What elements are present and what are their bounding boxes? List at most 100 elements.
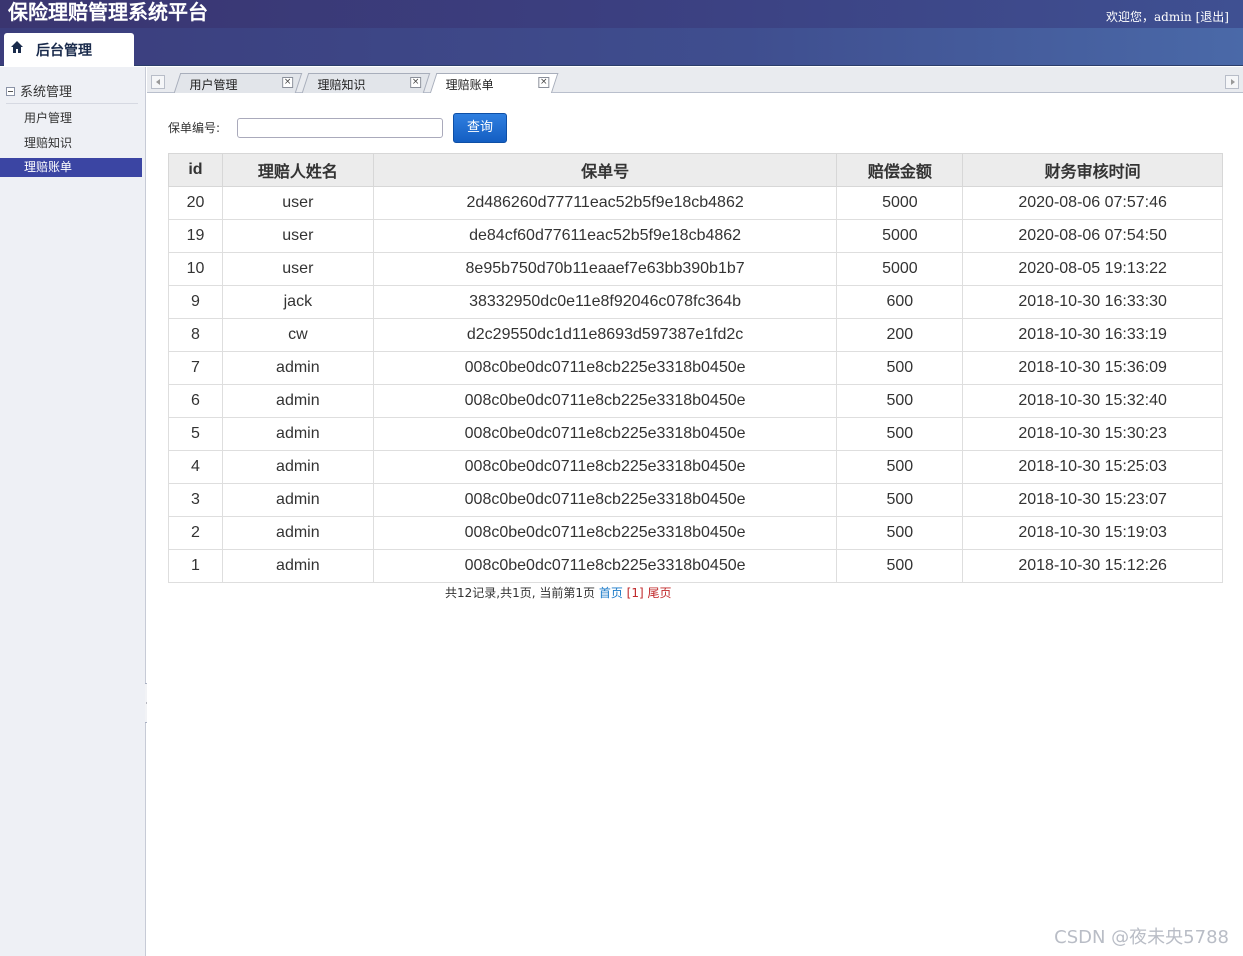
table-cell: admin	[221, 450, 374, 484]
tab-users-close-icon[interactable]: ×	[282, 77, 294, 88]
table-row: 20 user 2d486260d77711eac52b5f9e18cb4862 50…	[168, 186, 1223, 220]
table-cell: cw	[221, 318, 374, 352]
tab-scroll-left-icon[interactable]	[151, 75, 165, 89]
column-header: 理赔人姓名	[221, 153, 374, 187]
watermark: CSDN @夜未央5788	[1054, 927, 1229, 948]
main-content: 保单编号: 查询 id 理赔人姓名 保单号 赔偿金额 财务审核时间 20 user…	[147, 93, 1243, 956]
table-cell: 2018-10-30 15:19:03	[962, 516, 1223, 550]
table-cell: 2020-08-05 19:13:22	[962, 252, 1223, 286]
table-cell: de84cf60d77611eac52b5f9e18cb4862	[372, 219, 838, 253]
logout-link[interactable]: [退出]	[1196, 10, 1229, 24]
table-cell: 2018-10-30 15:30:23	[962, 417, 1223, 451]
table-row: 2 admin 008c0be0dc0711e8cb225e3318b0450e 50…	[168, 516, 1223, 550]
table-cell: 500	[836, 516, 964, 550]
table-row: 7 admin 008c0be0dc0711e8cb225e3318b0450e 50…	[168, 351, 1223, 385]
claims-table: id 理赔人姓名 保单号 赔偿金额 财务审核时间 20 user 2d486260d…	[168, 153, 1223, 583]
table-cell: 5000	[836, 252, 964, 286]
tab-users[interactable]: 用户管理 ×	[173, 73, 303, 93]
tab-knowledge-label: 理赔知识	[317, 78, 366, 92]
welcome-text: 欢迎您，admin	[1106, 10, 1192, 24]
table-cell: 2018-10-30 16:33:19	[962, 318, 1223, 352]
tab-claim-bills-close-icon[interactable]: ×	[538, 77, 550, 88]
table-cell: 20	[168, 186, 223, 220]
home-icon	[11, 41, 23, 53]
tab-users-label: 用户管理	[189, 78, 238, 92]
tab-strip: 用户管理 × 理赔知识 × 理赔账单 ×	[147, 67, 1243, 94]
pager-last-link[interactable]: 尾页	[647, 586, 671, 600]
table-cell: 008c0be0dc0711e8cb225e3318b0450e	[372, 417, 838, 451]
collapse-minus-icon[interactable]	[6, 87, 15, 96]
table-cell: 3	[168, 483, 223, 517]
table-row: 9 jack 38332950dc0e11e8f92046c078fc364b 600…	[168, 285, 1223, 319]
column-header: 财务审核时间	[962, 153, 1223, 187]
table-row: 8 cw d2c29550dc1d11e8693d597387e1fd2c 200 20…	[168, 318, 1223, 352]
search-button[interactable]: 查询	[453, 113, 507, 143]
user-info: 欢迎您，admin [退出]	[1106, 8, 1229, 25]
table-cell: 2	[168, 516, 223, 550]
table-row: 3 admin 008c0be0dc0711e8cb225e3318b0450e 50…	[168, 483, 1223, 517]
table-cell: 600	[836, 285, 964, 319]
sidebar-group-system[interactable]: 系统管理	[6, 81, 138, 104]
table-cell: admin	[221, 384, 374, 418]
table-cell: 5000	[836, 219, 964, 253]
header-bar: 保险理赔管理系统平台 欢迎您，admin [退出]	[0, 0, 1243, 28]
table-cell: 2018-10-30 15:36:09	[962, 351, 1223, 385]
table-cell: jack	[221, 285, 374, 319]
table-cell: 500	[836, 384, 964, 418]
table-row: 6 admin 008c0be0dc0711e8cb225e3318b0450e 50…	[168, 384, 1223, 418]
table-cell: admin	[221, 483, 374, 517]
table-cell: 2018-10-30 15:12:26	[962, 549, 1223, 583]
table-cell: 2018-10-30 15:25:03	[962, 450, 1223, 484]
nav-tab-label: 后台管理	[36, 43, 92, 59]
table-row: 1 admin 008c0be0dc0711e8cb225e3318b0450e 50…	[168, 549, 1223, 583]
table-cell: 2018-10-30 15:23:07	[962, 483, 1223, 517]
table-cell: 2020-08-06 07:54:50	[962, 219, 1223, 253]
table-cell: 5	[168, 417, 223, 451]
table-row: 19 user de84cf60d77611eac52b5f9e18cb4862 50…	[168, 219, 1223, 253]
policy-number-label: 保单编号:	[168, 121, 221, 135]
policy-number-input[interactable]	[237, 118, 443, 138]
pager: 共12记录,共1页, 当前第1页 首页 [1] 尾页	[445, 584, 672, 601]
sidebar-item-knowledge[interactable]: 理赔知识	[0, 134, 142, 153]
table-cell: 008c0be0dc0711e8cb225e3318b0450e	[372, 450, 838, 484]
tab-claim-bills-label: 理赔账单	[445, 78, 494, 92]
table-cell: 500	[836, 549, 964, 583]
table-cell: 4	[168, 450, 223, 484]
table-cell: admin	[221, 516, 374, 550]
table-cell: 2018-10-30 16:33:30	[962, 285, 1223, 319]
table-row: 4 admin 008c0be0dc0711e8cb225e3318b0450e 50…	[168, 450, 1223, 484]
tab-knowledge-close-icon[interactable]: ×	[410, 77, 422, 88]
table-cell: 2d486260d77711eac52b5f9e18cb4862	[372, 186, 838, 220]
table-cell: 2018-10-30 15:32:40	[962, 384, 1223, 418]
table-cell: 500	[836, 450, 964, 484]
table-cell: 19	[168, 219, 223, 253]
table-cell: 8	[168, 318, 223, 352]
tab-scroll-right-icon[interactable]	[1225, 75, 1239, 89]
table-header-row: id 理赔人姓名 保单号 赔偿金额 财务审核时间	[168, 153, 1223, 187]
sidebar-item-claim-bills[interactable]: 理赔账单	[0, 158, 142, 177]
pager-current: [1]	[626, 586, 644, 600]
table-cell: 6	[168, 384, 223, 418]
table-cell: 008c0be0dc0711e8cb225e3318b0450e	[372, 549, 838, 583]
table-cell: 7	[168, 351, 223, 385]
pager-summary: 共12记录,共1页, 当前第1页	[445, 586, 595, 600]
table-cell: user	[221, 186, 374, 220]
column-header: 赔偿金额	[836, 153, 964, 187]
table-cell: 10	[168, 252, 223, 286]
table-cell: 1	[168, 549, 223, 583]
nav-tab-backend[interactable]: 后台管理	[4, 33, 134, 66]
table-row: 10 user 8e95b750d70b11eaaef7e63bb390b1b7 50…	[168, 252, 1223, 286]
table-cell: 008c0be0dc0711e8cb225e3318b0450e	[372, 483, 838, 517]
pager-first-link[interactable]: 首页	[599, 586, 623, 600]
table-cell: 500	[836, 351, 964, 385]
table-cell: user	[221, 219, 374, 253]
table-cell: 008c0be0dc0711e8cb225e3318b0450e	[372, 384, 838, 418]
column-header: id	[168, 153, 223, 187]
tab-knowledge[interactable]: 理赔知识 ×	[301, 73, 431, 93]
table-cell: admin	[221, 417, 374, 451]
table-cell: 500	[836, 483, 964, 517]
tab-claim-bills[interactable]: 理赔账单 ×	[429, 73, 559, 94]
table-cell: user	[221, 252, 374, 286]
sidebar-item-users[interactable]: 用户管理	[0, 109, 142, 128]
table-cell: admin	[221, 549, 374, 583]
